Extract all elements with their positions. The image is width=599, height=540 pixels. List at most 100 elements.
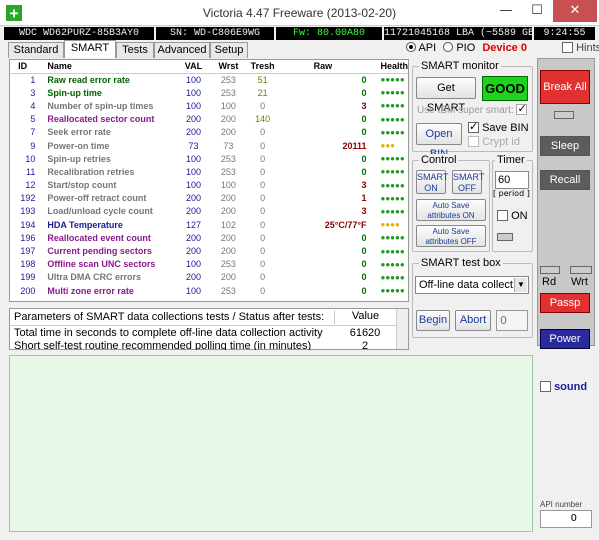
smart-row[interactable]: 196 Reallocated event count 200 200 0 0 ●●●●● [10,231,408,244]
smart-off-button[interactable]: SMART OFF [452,170,484,194]
attr-name: Power-on time [47,140,110,151]
attr-val: 100 [185,74,201,85]
attr-tresh: 0 [260,100,266,111]
smart-row[interactable]: 4 Number of spin-up times 100 100 0 3 ●●●●● [10,99,408,112]
params-header: Parameters of SMART data collections tes… [14,311,325,323]
attr-name: Reallocated event count [47,232,151,243]
attr-wrst: 253 [220,285,236,296]
attr-name: Spin-up time [47,87,102,98]
attr-name: Load/unload cycle count [47,206,153,217]
timer-on-checkbox[interactable] [497,210,508,221]
attr-tresh: 0 [260,219,266,230]
smart-row[interactable]: 1 Raw read error rate 100 253 51 0 ●●●●● [10,73,408,86]
smart-row[interactable]: 192 Power-off retract count 200 200 0 1 ●●●●● [10,192,408,205]
hints-checkbox[interactable] [562,42,573,53]
attr-val: 200 [185,127,201,138]
begin-test-button[interactable]: Begin [416,310,450,331]
smart-table: ID Name VAL Wrst Tresh Raw Health 1 Raw read er… [10,60,408,297]
attr-health: ●●●●● [380,114,405,124]
attr-wrst: 200 [220,272,236,283]
ibm-smart-checkbox[interactable] [516,102,528,115]
device-label[interactable]: Device 0 [482,42,527,54]
attr-id: 196 [20,232,36,243]
hints-label: Hints [576,42,599,54]
attr-tresh: 0 [260,285,266,296]
control-group: Control SMART ON SMART OFF Auto Save att… [412,154,490,252]
ibm-smart-label: Use IBM super smart: [417,105,514,116]
column-header[interactable]: VAL [176,60,211,74]
api-radio[interactable] [406,42,416,52]
column-header[interactable]: Name [41,60,177,74]
smart-row[interactable]: 10 Spin-up retries 100 253 0 0 ●●●●● [10,152,408,165]
smart-row[interactable]: 11 Recalibration retries 100 253 0 0 ●●●●● [10,165,408,178]
attr-raw: 0 [361,259,367,270]
api-number-field[interactable]: 0 [540,510,592,528]
recall-button[interactable]: Recall [540,170,590,190]
smart-test-title: SMART test box [419,257,503,269]
smart-row[interactable]: 198 Offline scan UNC sectors 100 253 0 0 ●●●●● [10,258,408,271]
smart-row[interactable]: 200 Multi zone error rate 100 253 0 0 ●●●●● [10,284,408,297]
timer-title: Timer [495,154,527,166]
maximize-button[interactable]: ☐ [522,0,552,22]
test-type-select[interactable]: Off-line data collect [419,279,513,291]
sleep-button[interactable]: Sleep [540,136,590,156]
smart-row[interactable]: 9 Power-on time 73 73 0 20111 ●●● [10,139,408,152]
column-header[interactable]: Tresh [245,60,280,74]
close-button[interactable]: ✕ [553,0,597,22]
params-scrollbar[interactable] [396,309,408,349]
smart-row[interactable]: 199 Ultra DMA CRC errors 200 200 0 0 ●●●●● [10,271,408,284]
attr-tresh: 140 [255,114,271,125]
attr-health: ●●●●● [380,101,405,111]
title-bar: + Victoria 4.47 Freeware (2013-02-20) — … [0,0,599,26]
smart-row[interactable]: 5 Reallocated sector count 200 200 140 0 ●●●●● [10,113,408,126]
sound-checkbox[interactable] [540,381,551,392]
attr-id: 7 [30,127,36,138]
smart-row[interactable]: 193 Load/unload cycle count 200 200 0 3 ●●●●● [10,205,408,218]
tab-setup[interactable]: Setup [210,42,248,58]
attr-val: 200 [185,193,201,204]
pio-radio[interactable] [443,42,454,52]
test-value-field[interactable]: 0 [496,310,528,331]
save-bin-checkbox[interactable] [468,120,479,133]
crypt-id-checkbox[interactable] [468,136,479,147]
smart-row[interactable]: 12 Start/stop count 100 100 0 3 ●●●●● [10,179,408,192]
abort-test-button[interactable]: Abort [455,310,491,331]
drive-lba: 11721045168 LBA (~5589 GB) [384,27,532,40]
smart-row[interactable]: 7 Seek error rate 200 200 0 0 ●●●●● [10,126,408,139]
power-button[interactable]: Power [540,329,590,349]
drive-serial: SN: WD-C806E9WG [156,27,274,40]
api-label: API [418,42,437,54]
tab-standard[interactable]: Standard [8,42,64,58]
smart-row[interactable]: 194 HDA Temperature 127 102 0 25°C/77°F ●●●● [10,218,408,231]
tab-advanced[interactable]: Advanced [154,42,210,58]
attr-tresh: 0 [260,206,266,217]
break-all-button[interactable]: Break All [540,70,590,104]
autosave-off-button[interactable]: Auto Save attributes OFF [416,225,486,247]
attr-name: Raw read error rate [47,74,130,85]
read-indicator [540,266,560,274]
smart-on-button[interactable]: SMART ON [416,170,448,194]
attr-tresh: 0 [260,272,266,283]
dropdown-arrow-icon[interactable]: ▼ [514,278,527,292]
params-panel: Parameters of SMART data collections tes… [9,308,409,350]
autosave-on-button[interactable]: Auto Save attributes ON [416,199,486,221]
column-header[interactable]: Raw [279,60,373,74]
smart-row[interactable]: 3 Spin-up time 100 253 21 0 ●●●●● [10,86,408,99]
minimize-button[interactable]: — [491,0,521,22]
attr-health: ●●●●● [380,233,405,243]
smart-row[interactable]: 197 Current pending sectors 200 200 0 0 ●●●●● [10,244,408,257]
attr-wrst: 200 [220,246,236,257]
attr-wrst: 253 [220,74,236,85]
tab-tests[interactable]: Tests [116,42,154,58]
passp-button[interactable]: Passp [540,293,590,313]
tab-smart[interactable]: SMART [64,40,116,58]
attr-wrst: 200 [220,114,236,125]
column-header[interactable]: Health [372,60,408,74]
column-header[interactable]: ID [10,60,42,74]
smart-test-group: SMART test box Off-line data collect ▼ B… [412,257,533,338]
attr-name: Offline scan UNC sectors [47,259,156,270]
timer-input[interactable]: 60 [495,171,529,189]
get-smart-button[interactable]: Get SMART [416,77,476,114]
open-bin-button[interactable]: Open BIN [416,123,462,160]
column-header[interactable]: Wrst [210,60,246,74]
